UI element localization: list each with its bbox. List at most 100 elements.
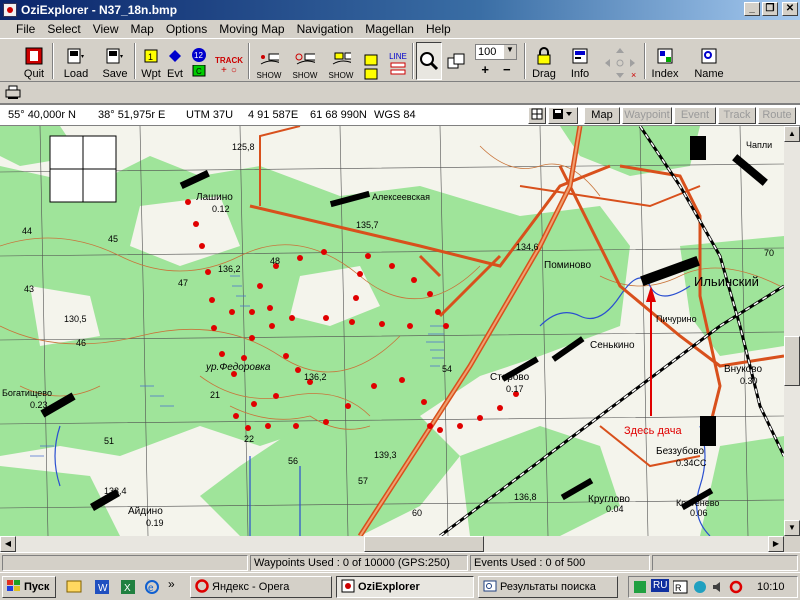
menu-file[interactable]: File — [10, 22, 41, 36]
quicklaunch-ie-icon[interactable]: e — [144, 579, 160, 598]
zoom-select[interactable]: 100 ▼ — [475, 44, 517, 60]
tab-route[interactable]: Route — [758, 107, 796, 124]
compass-arrows-icon: × — [601, 46, 639, 80]
scroll-up-icon[interactable]: ▲ — [784, 126, 800, 142]
info-icon — [570, 46, 590, 66]
quicklaunch-excel-icon[interactable]: X — [120, 579, 136, 598]
waypoint-twelve-icon: 12 — [189, 45, 209, 65]
menu-options[interactable]: Options — [160, 22, 213, 36]
menu-help[interactable]: Help — [420, 22, 457, 36]
load-button[interactable]: Load — [60, 42, 92, 80]
line-button[interactable]: LINE — [386, 42, 410, 80]
map-view-icon[interactable] — [528, 107, 546, 124]
svg-text:W: W — [98, 583, 108, 594]
index-grid-icon — [655, 46, 675, 66]
tab-waypoint[interactable]: Waypoint — [622, 107, 672, 124]
quicklaunch-more-icon[interactable]: » — [168, 577, 175, 591]
tray-speaker-icon[interactable] — [711, 580, 725, 597]
status-empty-panel — [2, 555, 248, 571]
vertical-scroll-thumb[interactable] — [784, 336, 800, 386]
tray-r-icon[interactable]: R — [672, 580, 689, 597]
menu-magellan[interactable]: Magellan — [359, 22, 420, 36]
label-bezzubovo-num: 0.34СС — [676, 458, 707, 468]
topographic-map[interactable]: Лашино 0.12 Алексеевская Поминово Ильинс… — [0, 126, 784, 536]
show-waypoints-button[interactable]: SHOW — [254, 42, 284, 80]
save-view-icon[interactable] — [548, 107, 578, 124]
svg-text:1: 1 — [148, 52, 153, 62]
save-button[interactable]: Save — [100, 42, 130, 80]
svg-text:C: C — [196, 67, 202, 76]
app-icon[interactable] — [3, 3, 17, 17]
line-icon — [389, 61, 407, 80]
lock-icon — [534, 46, 554, 66]
start-button[interactable]: Пуск — [2, 576, 56, 598]
scroll-left-icon[interactable]: ◀ — [0, 536, 16, 552]
print-icon[interactable] — [4, 84, 22, 103]
title-bar[interactable]: OziExplorer - N37_18n.bmp _ ❐ ✕ — [0, 0, 800, 20]
quicklaunch-word-icon[interactable]: W — [94, 579, 110, 598]
horizontal-scrollbar[interactable]: ◀ ▶ — [0, 536, 784, 552]
quit-button[interactable]: Quit — [20, 42, 48, 80]
menu-bar: File Select View Map Options Moving Map … — [0, 20, 800, 38]
chevron-down-icon[interactable]: ▼ — [504, 45, 516, 59]
tab-event[interactable]: Event — [674, 107, 716, 124]
show-tracks-button[interactable]: SHOW — [326, 42, 356, 80]
zoom-out-button[interactable]: − — [503, 62, 511, 77]
tab-map[interactable]: Map — [584, 107, 620, 124]
main-toolbar: Quit Load Save 1 Wpt Evt 12 C TRACK + ○ S… — [0, 38, 800, 82]
taskbar-search-results[interactable]: Результаты поиска — [478, 576, 618, 598]
menu-map[interactable]: Map — [125, 22, 160, 36]
maximize-button[interactable]: ❐ — [762, 2, 778, 16]
scroll-down-icon[interactable]: ▼ — [784, 520, 800, 536]
menu-navigation[interactable]: Navigation — [291, 22, 360, 36]
zoom-window-button[interactable] — [444, 42, 468, 80]
wpt-button[interactable]: 1 Wpt — [140, 42, 162, 80]
svg-text:R: R — [675, 583, 682, 593]
label-starovo-num: 0.17 — [506, 384, 524, 394]
elevation-label: 136,8 — [514, 492, 537, 502]
tray-opera-icon[interactable] — [729, 580, 743, 597]
elevation-label: 125,8 — [232, 142, 255, 152]
name-button[interactable]: Name — [692, 42, 726, 80]
zoom-tool-button[interactable] — [416, 42, 442, 80]
horizontal-scroll-thumb[interactable] — [364, 536, 484, 552]
secondary-toolbar — [0, 82, 800, 104]
tray-green-icon[interactable] — [633, 580, 647, 597]
taskbar-oziexplorer[interactable]: OziExplorer — [336, 576, 474, 598]
tab-track[interactable]: Track — [718, 107, 756, 124]
name-search-icon — [699, 46, 719, 66]
label-lashino-num: 0.12 — [212, 204, 230, 214]
menu-moving-map[interactable]: Moving Map — [213, 22, 290, 36]
map-canvas[interactable]: Лашино 0.12 Алексеевская Поминово Ильинс… — [0, 126, 784, 536]
label-kostenevo-num: 0.06 — [690, 508, 708, 518]
show-events-button[interactable]: SHOW — [290, 42, 320, 80]
info-button[interactable]: Info — [566, 42, 594, 80]
label-fedorovka: ур.Федоровка — [205, 362, 271, 373]
menu-select[interactable]: Select — [41, 22, 86, 36]
vertical-scrollbar[interactable]: ▲ ▼ — [784, 126, 800, 536]
navigation-arrows[interactable]: × — [600, 42, 640, 80]
index-button[interactable]: Index — [648, 42, 682, 80]
latitude-readout: 55° 40,000r N — [8, 109, 76, 121]
quit-icon — [24, 46, 44, 66]
drag-button[interactable]: Drag — [530, 42, 558, 80]
route-button[interactable] — [360, 42, 384, 80]
label-kostenevo: Костенево — [676, 498, 719, 508]
system-tray: RU R 10:10 — [628, 576, 798, 598]
waypoint-count-button[interactable]: 12 C — [188, 42, 210, 80]
quicklaunch-desktop-icon[interactable] — [66, 579, 82, 598]
events-used: Events Used : 0 of 500 — [470, 555, 650, 571]
language-indicator[interactable]: RU — [651, 579, 670, 592]
close-button[interactable]: ✕ — [782, 2, 798, 16]
scroll-right-icon[interactable]: ▶ — [768, 536, 784, 552]
minimize-button[interactable]: _ — [744, 2, 760, 16]
elevation-label: 134,6 — [516, 242, 539, 252]
tray-cyan-icon[interactable] — [693, 580, 707, 597]
zoom-in-button[interactable]: + — [481, 62, 489, 77]
label-senkino: Сенькино — [590, 340, 635, 351]
evt-button[interactable]: Evt — [164, 42, 186, 80]
track-button[interactable]: TRACK + ○ — [214, 42, 244, 80]
taskbar-opera[interactable]: Яндекс - Opera — [190, 576, 332, 598]
menu-view[interactable]: View — [87, 22, 125, 36]
status-bar: Waypoints Used : 0 of 10000 (GPS:250) Ev… — [0, 552, 800, 572]
